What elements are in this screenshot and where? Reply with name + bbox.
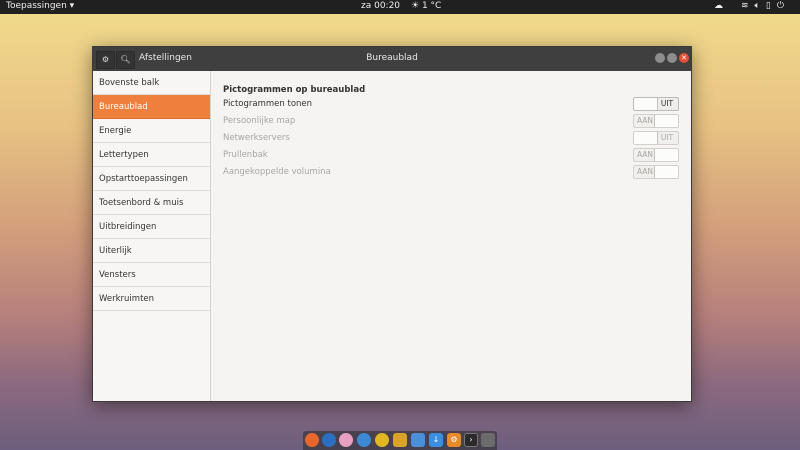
setting-label: Netwerkservers	[223, 133, 290, 143]
app-icon-blue[interactable]	[357, 433, 371, 447]
app-icon-yellow[interactable]	[375, 433, 389, 447]
toggle-state: UIT	[660, 133, 674, 142]
sidebar: Bovenste balk Bureaublad Energie Lettert…	[93, 71, 211, 401]
toggle-state: AAN	[636, 167, 654, 176]
pidgin-icon[interactable]	[339, 433, 353, 447]
weather-icon: ☀	[411, 1, 420, 11]
sidebar-item-lettertypen[interactable]: Lettertypen	[93, 143, 210, 167]
toggle-persoonlijke-map: AAN	[633, 114, 679, 128]
settings-panel: Pictogrammen op bureaublad Pictogrammen …	[222, 71, 691, 401]
toggle-knob	[634, 132, 658, 144]
clock[interactable]: za 00:20	[361, 1, 400, 11]
battery-icon[interactable]: ▯	[766, 1, 771, 11]
setting-row-aangekoppelde-volumina: Aangekoppelde volumina AAN	[223, 165, 679, 182]
weather-app-icon[interactable]: ☁	[714, 1, 723, 11]
power-icon[interactable]: ⏻	[777, 1, 784, 11]
weather-indicator[interactable]: ☀ 1 °C	[411, 1, 441, 11]
top-bar: Toepassingen ▾ za 00:20 ☀ 1 °C ☁ ≋ 🔈︎ ▯ …	[0, 0, 800, 14]
window-title: Bureaublad	[366, 53, 418, 63]
toggle-state: AAN	[636, 116, 654, 125]
close-button[interactable]: ✕	[679, 53, 689, 63]
wifi-icon[interactable]: ≋	[741, 1, 749, 11]
toggle-state: UIT	[660, 99, 674, 108]
sidebar-item-uitbreidingen[interactable]: Uitbreidingen	[93, 215, 210, 239]
toggle-state: AAN	[636, 150, 654, 159]
setting-row-prullenbak: Prullenbak AAN	[223, 148, 679, 165]
calculator-icon[interactable]	[411, 433, 425, 447]
sidebar-item-toetsenbord-muis[interactable]: Toetsenbord & muis	[93, 191, 210, 215]
system-tray: ☁ ≋ 🔈︎ ▯ ⏻	[714, 1, 784, 11]
terminal-icon[interactable]: ›	[464, 433, 478, 447]
sidebar-item-bureaublad[interactable]: Bureaublad	[93, 95, 210, 119]
thunderbird-icon[interactable]	[322, 433, 336, 447]
toggle-netwerkservers: UIT	[633, 131, 679, 145]
setting-row-persoonlijke-map: Persoonlijke map AAN	[223, 114, 679, 131]
toggle-knob	[634, 98, 658, 110]
dock: ↓ ⚙ ›	[303, 431, 497, 450]
toggle-prullenbak: AAN	[633, 148, 679, 162]
toggle-aangekoppelde-volumina: AAN	[633, 165, 679, 179]
sidebar-item-vensters[interactable]: Vensters	[93, 263, 210, 287]
window-titlebar[interactable]: ⚙ 🔍︎ Afstellingen Bureaublad ✕	[93, 47, 691, 71]
setting-label: Pictogrammen tonen	[223, 99, 313, 109]
toggle-pictogrammen-tonen[interactable]: UIT	[633, 97, 679, 111]
firefox-icon[interactable]	[305, 433, 319, 447]
setting-label: Persoonlijke map	[223, 116, 296, 126]
sidebar-item-uiterlijk[interactable]: Uiterlijk	[93, 239, 210, 263]
toggle-knob	[654, 115, 678, 127]
download-icon[interactable]: ↓	[429, 433, 443, 447]
puzzle-icon[interactable]	[393, 433, 407, 447]
toggle-knob	[654, 166, 678, 178]
minimize-button[interactable]	[655, 53, 665, 63]
weather-temperature: 1 °C	[421, 1, 442, 11]
sidebar-item-opstarttoepassingen[interactable]: Opstarttoepassingen	[93, 167, 210, 191]
toggle-knob	[654, 149, 678, 161]
settings-icon[interactable]: ⚙	[447, 433, 461, 447]
section-title: Pictogrammen op bureaublad	[223, 85, 366, 95]
maximize-button[interactable]	[667, 53, 677, 63]
sidebar-item-energie[interactable]: Energie	[93, 119, 210, 143]
setting-row-pictogrammen-tonen: Pictogrammen tonen UIT	[223, 97, 679, 114]
setting-row-netwerkservers: Netwerkservers UIT	[223, 131, 679, 148]
volume-icon[interactable]: 🔈︎	[755, 1, 760, 11]
tweaks-window: ⚙ 🔍︎ Afstellingen Bureaublad ✕ Bovenste …	[92, 46, 692, 402]
applications-menu[interactable]: Toepassingen ▾	[6, 1, 74, 11]
setting-label: Aangekoppelde volumina	[223, 167, 331, 177]
sidebar-item-bovenste-balk[interactable]: Bovenste balk	[93, 71, 210, 95]
sidebar-item-werkruimten[interactable]: Werkruimten	[93, 287, 210, 311]
setting-label: Prullenbak	[223, 150, 268, 160]
photos-icon[interactable]	[481, 433, 495, 447]
